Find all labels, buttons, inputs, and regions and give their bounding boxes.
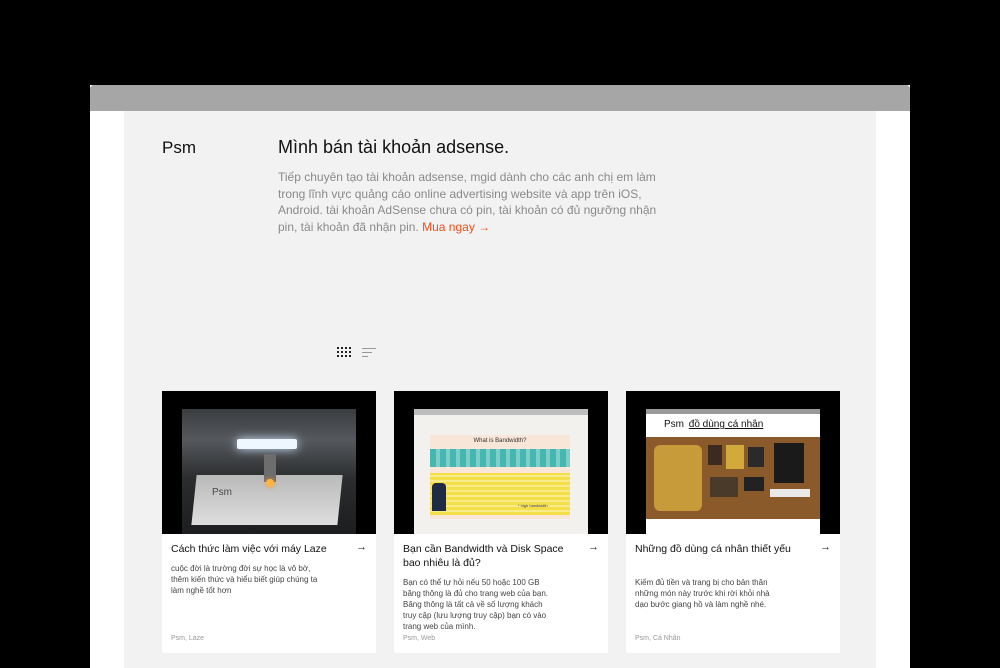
person-figure [432, 483, 446, 511]
wave-band [430, 449, 570, 467]
post-title[interactable]: Cách thức làm việc với máy Laze [171, 542, 346, 556]
grid-view-icon[interactable] [337, 347, 351, 357]
laser-machine-photo: Psm [182, 409, 356, 534]
grid-dot [345, 347, 347, 349]
bandwidth-illustration: What is Bandwidth? * high bandwidth [414, 409, 588, 534]
buy-now-link[interactable]: Mua ngay → [422, 220, 490, 234]
arrow-right-icon[interactable]: → [356, 541, 367, 553]
intro-heading: Mình bán tài khoản adsense. [278, 137, 510, 157]
post-excerpt: Kiếm đủ tiền và trang bị cho bản thân nh… [635, 578, 770, 609]
camera [710, 477, 738, 497]
passport [708, 445, 722, 465]
grid-dot [345, 351, 347, 353]
post-card[interactable]: Psm Cách thức làm việc với máy Laze → cu… [162, 391, 376, 653]
browser-window: Psm Mình bán tài khoản adsense. Tiếp chu… [90, 85, 910, 668]
items-spread [646, 437, 820, 519]
post-card[interactable]: What is Bandwidth? * high bandwidth Bạn … [394, 391, 608, 653]
grid-dot [345, 355, 347, 357]
data-band [430, 473, 570, 515]
page-content: Psm Mình bán tài khoản adsense. Tiếp chu… [124, 111, 876, 668]
post-thumbnail: Psm [162, 391, 376, 534]
thumbnail-heading: Psm đồ dùng cá nhân [664, 419, 763, 430]
wallet [748, 447, 764, 467]
post-tags: Psm, Cá Nhân [635, 635, 681, 642]
post-title[interactable]: Những đồ dùng cá nhân thiết yếu [635, 542, 810, 556]
laser-glow [266, 479, 274, 487]
illustration-title: What is Bandwidth? [473, 438, 527, 444]
grid-dot [349, 355, 351, 357]
window-margin [876, 111, 910, 668]
site-logo[interactable]: Psm [162, 138, 196, 158]
intro-text: Tiếp chuyên tạo tài khoản adsense, mgid … [278, 169, 668, 235]
list-view-icon[interactable] [362, 347, 376, 358]
post-title[interactable]: Bạn cần Bandwidth và Disk Space bao nhiê… [403, 542, 578, 570]
laser-head [264, 454, 276, 482]
post-thumbnail: Psm đồ dùng cá nhân [626, 391, 840, 534]
grid-dot [349, 347, 351, 349]
thumbnail-brand: Psm [664, 419, 684, 430]
post-tags: Psm, Web [403, 635, 436, 642]
grid-dot [337, 355, 339, 357]
list-line [362, 352, 372, 353]
bandwidth-art: What is Bandwidth? * high bandwidth [430, 435, 570, 519]
grid-dot [341, 347, 343, 349]
grid-dot [341, 355, 343, 357]
arrow-right-icon[interactable]: → [820, 541, 831, 553]
lamp [237, 439, 297, 449]
grid-dot [341, 351, 343, 353]
cables [770, 489, 810, 497]
engraved-logo: Psm [212, 487, 232, 498]
arrow-right-icon[interactable]: → [588, 541, 599, 553]
journal [774, 443, 804, 483]
window-titlebar [90, 85, 910, 111]
post-card[interactable]: Psm đồ dùng cá nhân Những đồ dùng cá nhâ… [626, 391, 840, 653]
grid-dot [337, 351, 339, 353]
post-tags: Psm, Laze [171, 635, 205, 642]
image-topbar [646, 409, 820, 414]
list-line [362, 348, 376, 349]
personal-items-photo: Psm đồ dùng cá nhân [646, 409, 820, 534]
notebook [726, 445, 744, 469]
grid-dot [349, 351, 351, 353]
post-excerpt: Bạn có thể tự hỏi nếu 50 hoặc 100 GB băn… [403, 578, 548, 631]
post-thumbnail: What is Bandwidth? * high bandwidth [394, 391, 608, 534]
post-excerpt: cuộc đời là trường đời sự học là vô bờ, … [171, 564, 318, 595]
leather-bag [654, 445, 702, 511]
grid-dot [337, 347, 339, 349]
illustration-label: * high bandwidth [518, 503, 548, 508]
image-topbar [414, 409, 588, 415]
phone [744, 477, 764, 491]
list-line [362, 356, 368, 357]
thumbnail-subtitle: đồ dùng cá nhân [688, 419, 764, 430]
